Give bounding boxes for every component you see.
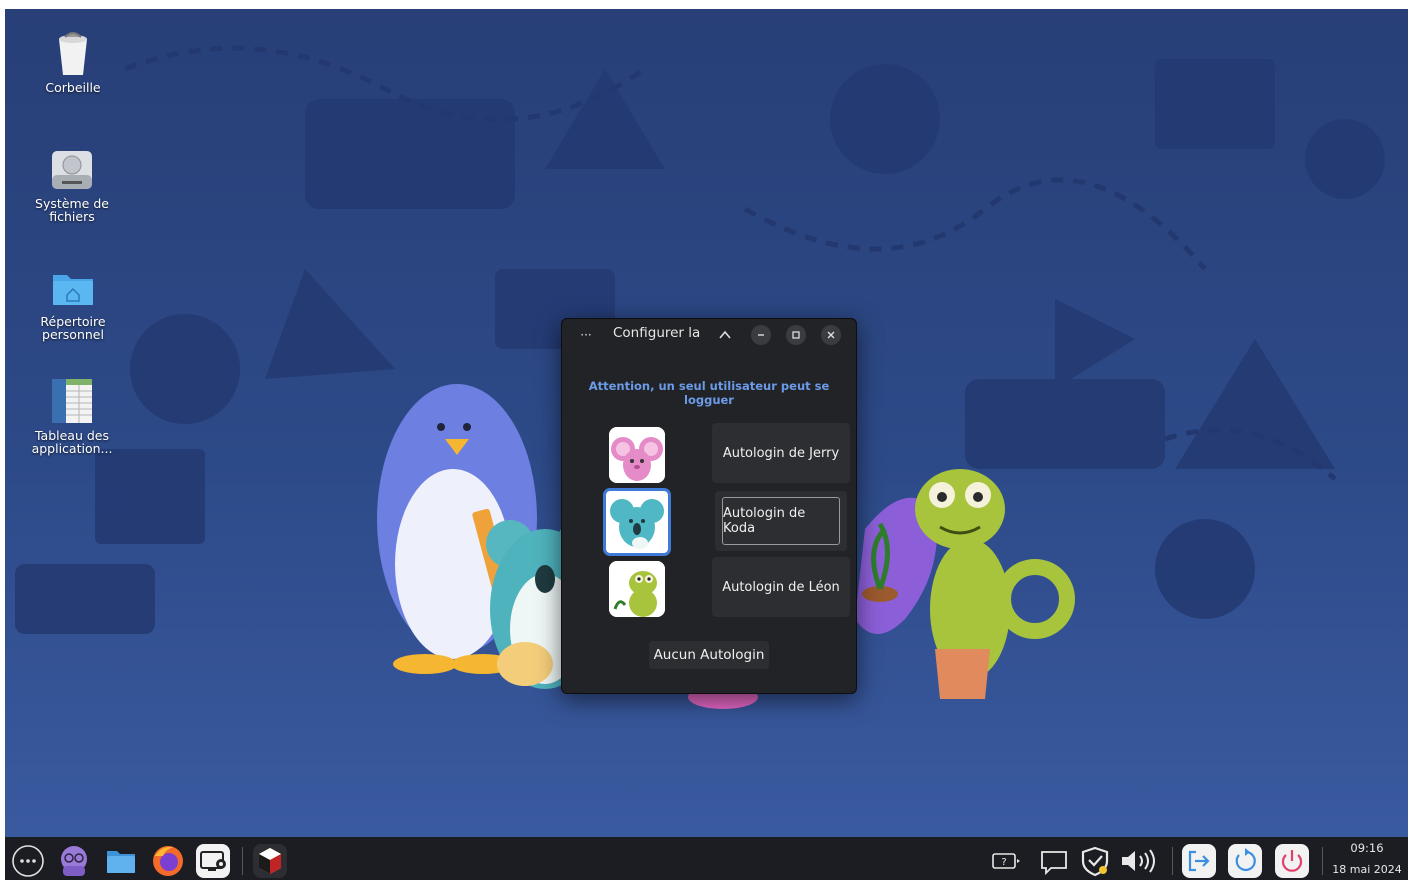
firefox-icon: [153, 846, 183, 876]
no-autologin-button[interactable]: Aucun Autologin: [649, 641, 769, 669]
trash-icon: [49, 29, 97, 77]
taskbar-separator: [242, 847, 243, 875]
desktop-icon-label: Corbeille: [45, 80, 101, 95]
dialog-title: Configurer la: [613, 325, 701, 341]
avatar-koda: [603, 488, 671, 556]
desktop-icon-filesystem[interactable]: Système de fichiers: [22, 145, 122, 223]
home-folder-icon: [49, 263, 97, 311]
volume-tray-button[interactable]: [1118, 844, 1162, 878]
close-icon: [827, 331, 835, 339]
files-icon: [107, 851, 135, 873]
koala-avatar-icon: [606, 491, 668, 553]
taskbar-separator: [1172, 847, 1173, 875]
spreadsheet-icon: [48, 377, 96, 425]
autologin-jerry-button[interactable]: Autologin de Jerry: [712, 423, 850, 483]
warning-text: Attention, un seul utilisateur peut se l…: [588, 379, 830, 407]
chevron-up-icon: [719, 330, 731, 339]
settings-icon: [200, 851, 226, 871]
avatar-jerry: [609, 427, 665, 483]
shade-button[interactable]: [715, 325, 735, 345]
close-button[interactable]: [821, 325, 841, 345]
settings-launcher[interactable]: [196, 844, 230, 878]
desktop-icon-spreadsheet[interactable]: Tableau des application...: [22, 377, 122, 455]
desktop-icon-label: Système de fichiers: [35, 196, 109, 224]
button-label: Autologin de Koda: [723, 506, 806, 536]
button-label: Aucun Autologin: [653, 647, 765, 663]
active-app-icon: [259, 848, 281, 874]
restart-button[interactable]: [1228, 844, 1262, 878]
taskbar: ? 09:16 18 mai 2024: [5, 837, 1408, 880]
clock[interactable]: 09:16 18 mai 2024: [1332, 841, 1402, 876]
security-tray-button[interactable]: [1078, 844, 1112, 878]
help-icon: ?: [992, 853, 1020, 869]
desktop-icon-home[interactable]: Répertoire personnel: [23, 263, 123, 341]
more-icon: ···: [580, 328, 592, 342]
octopus-launcher[interactable]: [57, 844, 91, 878]
clock-date: 18 mai 2024: [1332, 863, 1402, 876]
autologin-leon-button[interactable]: Autologin de Léon: [712, 557, 850, 617]
window-menu-button[interactable]: ···: [576, 325, 596, 345]
active-app-button[interactable]: [253, 844, 287, 878]
maximize-icon: [792, 331, 800, 339]
menu-icon: [12, 845, 44, 877]
clock-time: 09:16: [1350, 841, 1384, 855]
firefox-launcher[interactable]: [151, 844, 185, 878]
logout-button[interactable]: [1182, 844, 1216, 878]
minimize-icon: [758, 334, 764, 336]
volume-icon: [1122, 849, 1155, 873]
desktop-icon-label: Répertoire personnel: [40, 314, 106, 342]
button-label: Autologin de Léon: [722, 579, 840, 595]
focus-ring: Autologin de Koda: [722, 497, 840, 545]
minimize-button[interactable]: [751, 325, 771, 345]
notification-tray-button[interactable]: [1037, 844, 1071, 878]
files-launcher[interactable]: [104, 844, 138, 878]
restart-icon: [1235, 848, 1256, 872]
autologin-koda-button[interactable]: Autologin de Koda: [715, 491, 847, 551]
avatar-leon: [609, 561, 665, 617]
shield-icon: [1081, 846, 1109, 877]
logout-icon: [1188, 850, 1210, 872]
mouse-avatar-icon: [609, 427, 665, 483]
taskbar-separator: [1322, 847, 1323, 875]
dialog-titlebar[interactable]: ··· Configurer la: [562, 319, 856, 351]
autologin-dialog: ··· Configurer la Attention, un seul uti…: [561, 318, 857, 694]
hard-drive-icon: [48, 145, 96, 193]
desktop-icon-label: Tableau des application...: [31, 428, 113, 456]
notification-icon: [1041, 851, 1067, 876]
desktop-icon-trash[interactable]: Corbeille: [23, 29, 123, 94]
maximize-button[interactable]: [786, 325, 806, 345]
menu-button[interactable]: [11, 844, 45, 878]
help-tray-button[interactable]: ?: [989, 844, 1023, 878]
octopus-icon: [61, 846, 87, 876]
power-icon: [1281, 850, 1303, 872]
power-button[interactable]: [1275, 844, 1309, 878]
chameleon-avatar-icon: [609, 561, 665, 617]
button-label: Autologin de Jerry: [722, 445, 840, 461]
svg-text:?: ?: [1001, 857, 1006, 868]
